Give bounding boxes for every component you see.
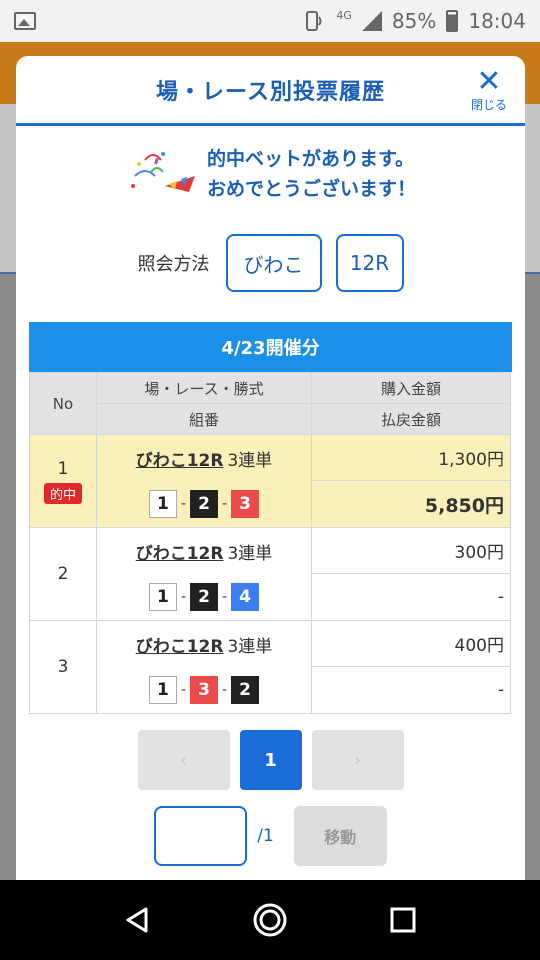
- page-1-button[interactable]: 1: [239, 730, 302, 790]
- bet-history-modal: 場・レース別投票履歴 ✕ 閉じる 的中ベットがあります。 おめでとうございます！…: [16, 56, 525, 880]
- separator: -: [222, 682, 228, 698]
- nfc-icon: [306, 11, 322, 31]
- home-icon[interactable]: [252, 902, 288, 938]
- combination: 1 - 2 - 3: [97, 481, 311, 527]
- header-no: No: [29, 372, 97, 435]
- payout-amount: -: [497, 680, 504, 700]
- table-row: 2 びわこ12R 3連単 1 - 2 - 4 300円 -: [29, 527, 511, 621]
- venue-race-link[interactable]: びわこ12R: [136, 446, 224, 471]
- payout-amount: 5,850円: [424, 494, 504, 517]
- android-nav-bar: [0, 880, 540, 960]
- boat-number: 3: [231, 490, 260, 518]
- row-no: 2: [57, 564, 69, 584]
- close-button[interactable]: ✕ 閉じる: [465, 64, 513, 113]
- hit-badge: 的中: [43, 482, 82, 504]
- close-icon: ✕: [476, 64, 502, 99]
- page-number-input[interactable]: [154, 806, 248, 866]
- purchase-amount: 400円: [312, 621, 510, 667]
- clock: 18:04: [468, 9, 526, 33]
- race-button[interactable]: 12R: [335, 234, 404, 292]
- purchase-amount: 300円: [312, 528, 510, 574]
- status-bar: 4G 85% 18:04: [0, 0, 540, 42]
- party-popper-icon: [130, 152, 195, 192]
- next-page-button[interactable]: ›: [311, 730, 404, 790]
- row-no: 3: [57, 657, 69, 677]
- header-combination: 組番: [96, 403, 312, 435]
- page-jump: /1 移動: [16, 806, 525, 866]
- boat-number: 1: [148, 583, 177, 611]
- purchase-amount: 1,300円: [312, 435, 510, 481]
- boat-number: 2: [190, 583, 218, 611]
- battery-icon: [446, 10, 459, 32]
- battery-percent: 85%: [391, 9, 437, 33]
- combination: 1 - 2 - 4: [97, 574, 311, 620]
- payout-amount: -: [497, 587, 504, 607]
- separator: -: [180, 496, 186, 512]
- query-label: 照会方法: [137, 254, 210, 275]
- date-header: 4/23開催分: [29, 322, 512, 372]
- bet-history-table: No 場・レース・勝式 購入金額 組番 払戻金額 1 的中 びわこ12R 3連単…: [29, 372, 511, 714]
- table-row: 1 的中 びわこ12R 3連単 1 - 2 - 3 1,300円 5,850円: [29, 434, 511, 528]
- network-type: 4G: [336, 8, 352, 22]
- separator: -: [222, 589, 228, 605]
- venue-race-link[interactable]: びわこ12R: [136, 539, 224, 564]
- modal-header: 場・レース別投票履歴 ✕ 閉じる: [16, 56, 525, 126]
- back-icon[interactable]: [119, 902, 155, 938]
- boat-number: 1: [148, 676, 177, 704]
- separator: -: [180, 589, 186, 605]
- pagination: ‹ 1 ›: [16, 730, 525, 790]
- move-button[interactable]: 移動: [293, 806, 387, 866]
- row-no: 1: [57, 458, 69, 479]
- header-payout: 払戻金額: [311, 403, 511, 435]
- bet-type: 3連単: [227, 543, 273, 564]
- congrats-line-1: 的中ベットがあります。: [206, 148, 415, 170]
- congrats-line-2: おめでとうございます！: [206, 178, 416, 200]
- total-pages: /1: [257, 826, 274, 846]
- prev-page-button[interactable]: ‹: [137, 730, 230, 790]
- header-bet-type: 場・レース・勝式: [96, 372, 312, 404]
- bet-type: 3連単: [227, 636, 273, 657]
- table-row: 3 びわこ12R 3連単 1 - 3 - 2 400円 -: [29, 620, 511, 714]
- image-notification-icon: [14, 12, 36, 30]
- recents-icon[interactable]: [385, 902, 421, 938]
- venue-race-link[interactable]: びわこ12R: [136, 632, 224, 657]
- combination: 1 - 3 - 2: [97, 667, 311, 713]
- query-method: 照会方法 びわこ 12R: [16, 234, 525, 292]
- signal-icon: [361, 11, 382, 31]
- separator: -: [180, 682, 186, 698]
- boat-number: 2: [190, 490, 218, 518]
- boat-number: 4: [231, 583, 260, 611]
- congrats-message: 的中ベットがあります。 おめでとうございます！: [16, 144, 525, 204]
- boat-number: 1: [148, 490, 177, 518]
- modal-title: 場・レース別投票履歴: [156, 79, 385, 105]
- header-purchase: 購入金額: [311, 372, 511, 404]
- separator: -: [222, 496, 228, 512]
- venue-button[interactable]: びわこ: [225, 234, 322, 292]
- close-label: 閉じる: [470, 98, 507, 112]
- bet-type: 3連単: [227, 450, 273, 471]
- boat-number: 3: [190, 676, 218, 704]
- boat-number: 2: [231, 676, 260, 704]
